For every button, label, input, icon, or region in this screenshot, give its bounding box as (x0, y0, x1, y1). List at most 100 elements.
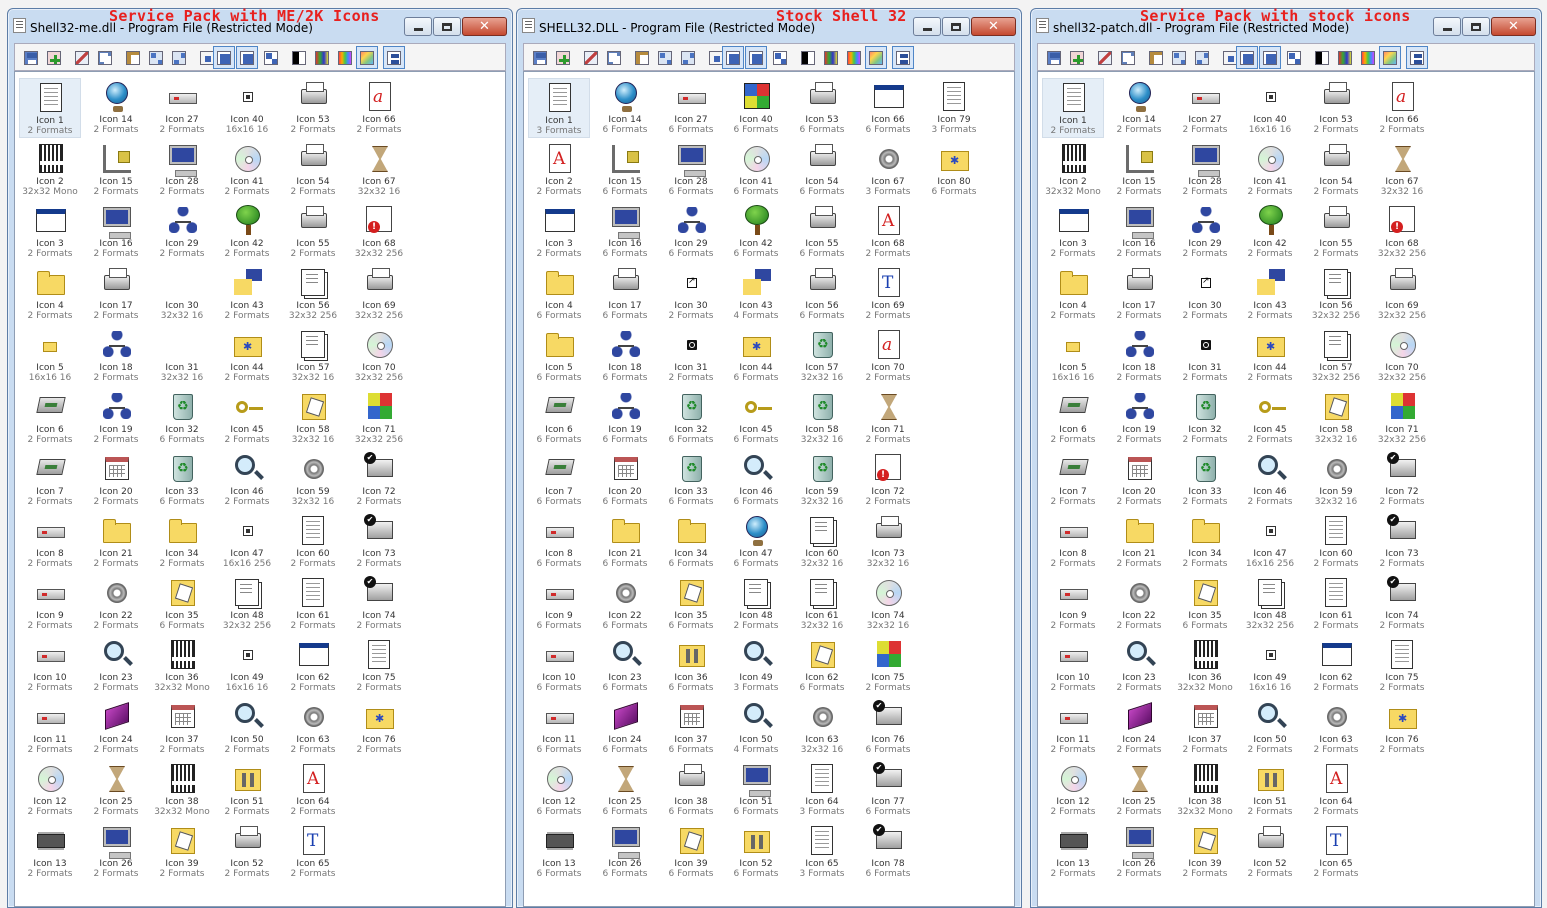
icon-item[interactable]: Icon 42 Formats (1042, 264, 1104, 324)
icon-item[interactable]: Icon 446 Formats (725, 326, 787, 386)
icon-item[interactable]: Icon 63 32x32 16 (791, 698, 853, 758)
icon-item[interactable]: Icon 5832x32 16 (282, 388, 344, 448)
save-button[interactable] (530, 48, 549, 67)
maximize-button[interactable] (1462, 17, 1490, 36)
icon-item[interactable]: Icon 55 6 Formats (791, 202, 853, 262)
icon-item[interactable]: Icon 2 32x32 Mono (1042, 140, 1104, 200)
icon-item[interactable]: Icon 42 6 Formats (725, 202, 787, 262)
paste-button[interactable] (123, 48, 142, 67)
mono-button[interactable] (798, 48, 817, 67)
icon-item[interactable]: Icon 51 2 Formats (216, 760, 278, 820)
icon-item[interactable]: Icon 36 32x32 Mono (1174, 636, 1236, 696)
large-button[interactable] (213, 46, 235, 69)
icon-item[interactable]: Icon 24 6 Formats (594, 698, 656, 758)
icon-item[interactable]: Icon 37 2 Formats (1174, 698, 1236, 758)
color16-button[interactable] (1335, 48, 1354, 67)
icon-item[interactable]: Icon 48 32x32 256 (1239, 574, 1301, 634)
icon-item[interactable]: Icon 786 Formats (857, 822, 919, 882)
icon-item[interactable]: Icon 732 Formats (348, 512, 410, 572)
icon-item[interactable]: Icon 29 2 Formats (151, 202, 213, 262)
icon-item[interactable]: Icon 92 Formats (19, 574, 81, 634)
icon-item[interactable]: Icon 72 Formats (19, 450, 81, 510)
color16-button[interactable] (312, 48, 331, 67)
icon-item[interactable]: Icon 61 32x32 16 (791, 574, 853, 634)
icon-item[interactable]: Icon 96 Formats (528, 574, 590, 634)
icon-item[interactable]: Icon 67 3 Formats (857, 140, 919, 200)
icon-item[interactable]: Icon 40 16x16 16 (216, 78, 278, 138)
icon-item[interactable]: Icon 19 2 Formats (1108, 388, 1170, 448)
icon-item[interactable]: Icon 652 Formats (282, 822, 344, 882)
large-button[interactable] (722, 46, 744, 69)
icon-item[interactable]: Icon 6832x32 256 (348, 202, 410, 262)
icon-item[interactable]: Icon 14 2 Formats (85, 78, 147, 138)
add-button[interactable] (44, 48, 63, 67)
icon-item[interactable]: Icon 40 6 Formats (725, 78, 787, 138)
icon-item[interactable]: Icon 75 2 Formats (857, 636, 919, 696)
icon-item[interactable]: Icon 25 2 Formats (1108, 760, 1170, 820)
icon-item[interactable]: Icon 22 6 Formats (594, 574, 656, 634)
icon-item[interactable]: Icon 50 4 Formats (725, 698, 787, 758)
minimize-button[interactable] (913, 17, 941, 36)
icon-item[interactable]: Icon 15 6 Formats (594, 140, 656, 200)
icon-item[interactable]: Icon 5732x32 16 (791, 326, 853, 386)
icon-grid[interactable]: Icon 12 Formats Icon 2 32x32 Mono Icon 32 F… (1037, 71, 1535, 907)
import-button[interactable] (146, 48, 165, 67)
icon-item[interactable]: Icon 18 6 Formats (594, 326, 656, 386)
icon-item[interactable]: Icon 42 2 Formats (1239, 202, 1301, 262)
icon-item[interactable]: Icon 806 Formats (923, 140, 985, 200)
icon-grid[interactable]: Icon 12 Formats Icon 2 32x32 Mono Icon 32 F… (14, 71, 506, 907)
icon-item[interactable]: Icon 47 6 Formats (725, 512, 787, 572)
paste-button[interactable] (632, 48, 651, 67)
icon-item[interactable]: Icon 25 2 Formats (85, 760, 147, 820)
icon-item[interactable]: Icon 26 2 Formats (1108, 822, 1170, 882)
icon-item[interactable]: Icon 6832x32 256 (1371, 202, 1433, 262)
icon-item[interactable]: Icon 52 6 Formats (725, 822, 787, 882)
icon-item[interactable]: Icon 21 2 Formats (1108, 512, 1170, 572)
icon-item[interactable]: Icon 14 6 Formats (594, 78, 656, 138)
icon-item[interactable]: Icon 70 32x32 256 (1371, 326, 1433, 386)
icon-item[interactable]: Icon 53 2 Formats (282, 78, 344, 138)
icon-item[interactable]: Icon 51 2 Formats (1239, 760, 1301, 820)
icon-item[interactable]: Icon 322 Formats (1174, 388, 1236, 448)
icon-item[interactable]: Icon 28 2 Formats (1174, 140, 1236, 200)
icon-item[interactable]: Icon 13 Formats (528, 78, 590, 138)
save-button[interactable] (21, 48, 40, 67)
icon-item[interactable]: Icon 60 2 Formats (1305, 512, 1367, 572)
maximize-button[interactable] (433, 17, 461, 36)
icon-item[interactable]: Icon 722 Formats (348, 450, 410, 510)
icon-item[interactable]: Icon 31 2 Formats (660, 326, 722, 386)
icon-item[interactable]: Icon 642 Formats (282, 760, 344, 820)
export-button[interactable] (678, 48, 697, 67)
icon-item[interactable]: Icon 22 Formats (528, 140, 590, 200)
icon-item[interactable]: Icon 12 Formats (1042, 78, 1104, 138)
icon-item[interactable]: Icon 742 Formats (1371, 574, 1433, 634)
icon-item[interactable]: Icon 31 2 Formats (1174, 326, 1236, 386)
mono-button[interactable] (289, 48, 308, 67)
icon-item[interactable]: Icon 46 2 Formats (216, 450, 278, 510)
icon-item[interactable]: Icon 34 2 Formats (1174, 512, 1236, 572)
icon-item[interactable]: Icon 10 2 Formats (19, 636, 81, 696)
test-button[interactable] (1406, 46, 1428, 69)
icon-item[interactable]: Icon 20 6 Formats (594, 450, 656, 510)
icon-item[interactable]: Icon 31 32x32 16 (151, 326, 213, 386)
title-bar[interactable]: SHELL32.DLL - Program File (Restricted M… (517, 7, 1021, 41)
truecolor-button[interactable] (865, 46, 887, 69)
icon-item[interactable]: Icon 29 6 Formats (660, 202, 722, 262)
icon-item[interactable]: Icon 62 2 Formats (1305, 636, 1367, 696)
icon-item[interactable]: Icon 46 6 Formats (725, 450, 787, 510)
icon-item[interactable]: Icon 5932x32 16 (282, 450, 344, 510)
icon-item[interactable]: Icon 64 3 Formats (791, 760, 853, 820)
icon-item[interactable]: Icon 22 2 Formats (1108, 574, 1170, 634)
icon-item[interactable]: Icon 26 2 Formats (85, 822, 147, 882)
close-button[interactable]: ✕ (971, 17, 1016, 36)
icon-item[interactable]: Icon 652 Formats (1305, 822, 1367, 882)
icon-item[interactable]: Icon 12 2 Formats (1042, 760, 1104, 820)
icon-item[interactable]: Icon 39 2 Formats (151, 822, 213, 882)
icon-item[interactable]: Icon 56 6 Formats (791, 264, 853, 324)
paste-button[interactable] (1146, 48, 1165, 67)
icon-item[interactable]: Icon 72 Formats (1042, 450, 1104, 510)
icon-item[interactable]: Icon 67 32x32 16 (348, 140, 410, 200)
icon-item[interactable]: Icon 776 Formats (857, 760, 919, 820)
copy-button[interactable] (95, 48, 114, 67)
icon-item[interactable]: Icon 53 6 Formats (791, 78, 853, 138)
